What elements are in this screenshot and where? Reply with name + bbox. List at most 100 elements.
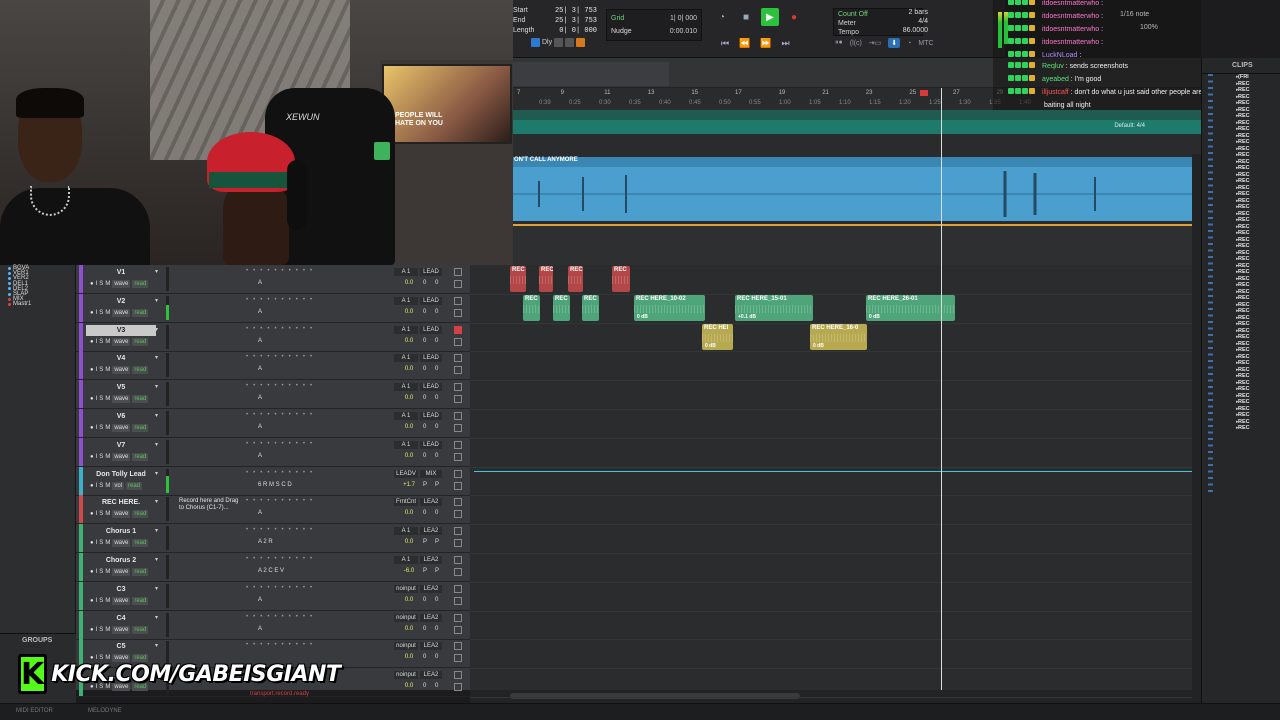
nudge-value[interactable]: 0:00.010: [670, 25, 697, 38]
audio-clip[interactable]: REC: [553, 294, 570, 321]
automation-mode-select[interactable]: read: [132, 366, 149, 375]
vertical-scrollbar[interactable]: [1192, 154, 1201, 690]
audio-clip[interactable]: REC: [510, 266, 526, 292]
mtc-button[interactable]: MTC: [918, 40, 933, 47]
insert-slot[interactable]: •: [246, 498, 248, 504]
track-icon-button[interactable]: [454, 296, 462, 305]
insert-slot[interactable]: •: [260, 470, 262, 476]
pan-left[interactable]: 0: [423, 366, 426, 372]
online-icon[interactable]: ◔: [713, 8, 731, 26]
insert-slot[interactable]: •: [289, 297, 291, 303]
rec-enable-icon[interactable]: ●: [90, 510, 94, 518]
mute-button[interactable]: M: [105, 395, 110, 403]
insert-slot[interactable]: •: [282, 354, 284, 360]
track-menu-icon[interactable]: ▾: [155, 527, 158, 534]
insert-slot[interactable]: •: [267, 383, 269, 389]
rec-enable-icon[interactable]: ●: [90, 568, 94, 576]
insert-slot[interactable]: •: [296, 527, 298, 533]
insert-slot[interactable]: •: [253, 354, 255, 360]
track-icon-button-2[interactable]: [454, 683, 462, 692]
insert-slot[interactable]: •: [260, 498, 262, 504]
track-header[interactable]: Chorus 1 ▾ ● I S Mwave read • • • • • • • • • • A 2 RA 1L…: [76, 524, 470, 554]
insert-slot[interactable]: •: [296, 326, 298, 332]
solo-button[interactable]: S: [99, 597, 103, 605]
input-select[interactable]: noinput: [394, 671, 418, 680]
insert-slot[interactable]: •: [296, 354, 298, 360]
metronome-icon[interactable]: (l(c): [850, 40, 862, 47]
insert-slot[interactable]: •: [289, 412, 291, 418]
insert-slot[interactable]: •: [282, 556, 284, 562]
clip-gain-readout[interactable]: 0 dB: [705, 343, 716, 349]
chat-username[interactable]: itdoesntmatterwho: [1042, 26, 1099, 33]
start-value[interactable]: 25| 3| 753: [555, 6, 597, 16]
insert-slot[interactable]: •: [253, 498, 255, 504]
input-monitor-button[interactable]: I: [96, 366, 98, 374]
output-select[interactable]: LEAD: [420, 268, 442, 276]
clip-gain-readout[interactable]: 0 dB: [637, 314, 648, 320]
zoom-percent[interactable]: 100%: [1140, 24, 1158, 31]
insert-slot[interactable]: •: [246, 556, 248, 562]
playhead[interactable]: [941, 88, 942, 690]
pan-right[interactable]: 0: [435, 366, 438, 372]
insert-slot[interactable]: •: [289, 556, 291, 562]
pan-right[interactable]: 0: [435, 424, 438, 430]
send-assign[interactable]: A: [258, 366, 262, 372]
automation-mode-select[interactable]: read: [132, 280, 149, 288]
track-icon-button-2[interactable]: [454, 366, 462, 375]
clip-list-item[interactable]: ▸ REC: [1202, 425, 1280, 432]
track-view-select[interactable]: wave: [112, 510, 131, 519]
track-icon-button-2[interactable]: [454, 395, 462, 404]
insert-slot[interactable]: •: [303, 354, 305, 360]
insert-slot[interactable]: •: [303, 642, 305, 648]
audio-clip[interactable]: REC HEI 0 dB: [702, 323, 733, 350]
clip-gain-readout[interactable]: 0 dB: [869, 314, 880, 320]
track-view-select[interactable]: wave: [112, 539, 131, 548]
track-comment[interactable]: Record here and Drag to Chorus (C1-7)...: [179, 498, 239, 512]
insert-slot[interactable]: •: [274, 498, 276, 504]
input-monitor-button[interactable]: I: [96, 453, 98, 461]
insert-slot[interactable]: •: [274, 527, 276, 533]
pan-left[interactable]: 0: [423, 597, 426, 603]
track-icon-button[interactable]: [454, 412, 462, 420]
clip-gain-readout[interactable]: +0.1 dB: [738, 314, 756, 320]
track-visibility-icon[interactable]: [8, 302, 11, 306]
rec-enable-icon[interactable]: ●: [90, 395, 94, 403]
track-header[interactable]: V3 ▾ ● I S Mwave read • • • • • • • • • • A A 1 LEAD 0.0 0 0: [76, 322, 470, 352]
track-visibility-icon[interactable]: [8, 292, 11, 296]
length-value[interactable]: 0| 0| 000: [559, 26, 597, 36]
insert-slot[interactable]: •: [267, 268, 269, 274]
insert-slot[interactable]: •: [246, 614, 248, 620]
insert-slot[interactable]: •: [310, 297, 312, 303]
send-assign[interactable]: A: [258, 280, 262, 286]
track-icon-button-2[interactable]: [454, 452, 462, 461]
audio-clip[interactable]: REC HERE_15-01 +0.1 dB: [735, 294, 813, 321]
insert-slot[interactable]: •: [267, 354, 269, 360]
insert-slot[interactable]: •: [289, 642, 291, 648]
insert-slot[interactable]: •: [246, 642, 248, 648]
track-menu-icon[interactable]: ▾: [155, 383, 158, 390]
pan-right[interactable]: P: [435, 568, 439, 574]
pan-right[interactable]: 0: [435, 510, 438, 516]
automation-mode-select[interactable]: read: [132, 596, 149, 605]
input-select[interactable]: FrntCnt: [394, 498, 418, 507]
track-header[interactable]: Chorus 2 ▾ ● I S Mwave read • • • • • • • • • • A 2 C E V…: [76, 553, 470, 582]
insert-slot[interactable]: •: [296, 614, 298, 620]
solo-button[interactable]: S: [99, 453, 103, 461]
rec-enable-icon[interactable]: ●: [90, 453, 94, 461]
track-icon-button[interactable]: [454, 469, 462, 478]
insert-slot[interactable]: •: [289, 326, 291, 332]
insert-slot[interactable]: •: [253, 268, 255, 274]
insert-slot[interactable]: •: [274, 326, 276, 332]
audio-clip[interactable]: REC: [582, 294, 599, 321]
insert-slot[interactable]: •: [282, 441, 284, 447]
input-monitor-button[interactable]: I: [96, 539, 98, 547]
send-assign[interactable]: A: [258, 597, 262, 603]
insert-slot[interactable]: •: [282, 527, 284, 533]
insert-slot[interactable]: •: [310, 498, 312, 504]
track-name[interactable]: Don Tolly Lead: [86, 469, 156, 480]
volume-readout[interactable]: +1.7: [400, 482, 418, 488]
dly-toggle-icon-2[interactable]: [565, 38, 575, 47]
chat-username[interactable]: illjustcaff: [1042, 89, 1069, 96]
pan-left[interactable]: 0: [423, 654, 426, 660]
solo-button[interactable]: S: [99, 510, 103, 518]
